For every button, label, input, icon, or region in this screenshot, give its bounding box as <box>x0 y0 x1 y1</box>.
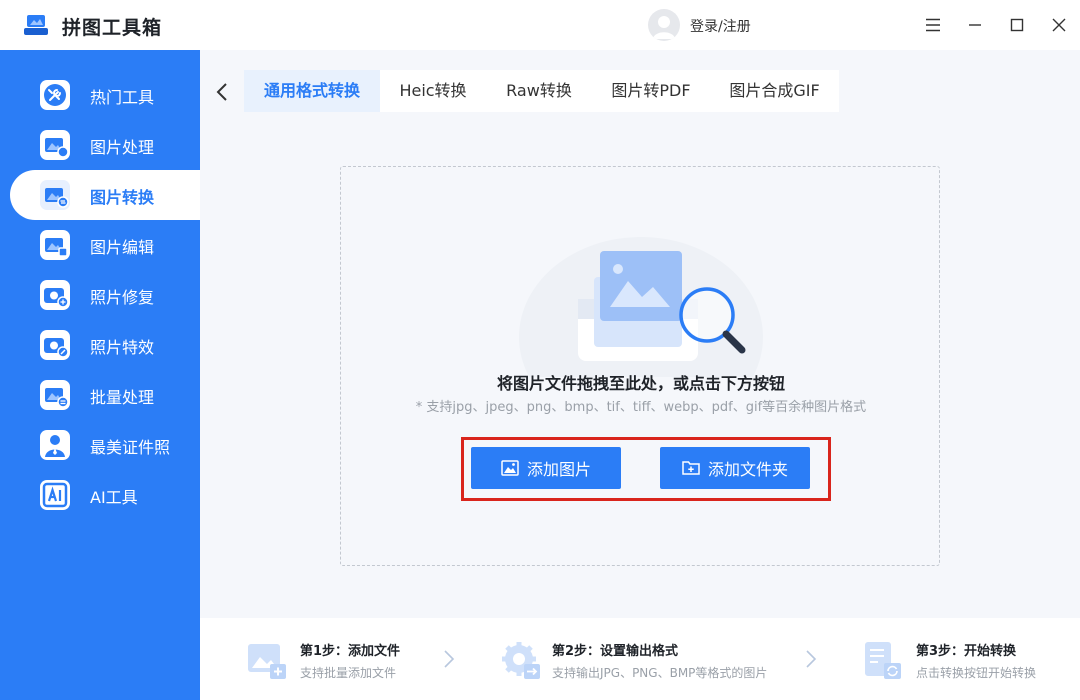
sidebar-item-label: 图片转换 <box>90 188 155 207</box>
app-logo-icon <box>24 15 48 35</box>
sidebar-item-label: 图片编辑 <box>90 238 155 257</box>
tab-image-to-gif[interactable]: 图片合成GIF <box>710 70 839 112</box>
ai-icon <box>40 480 70 510</box>
settings-step-icon <box>502 642 540 679</box>
folder-add-icon <box>682 461 700 475</box>
sidebar-item-label: 批量处理 <box>90 388 155 407</box>
step-3-title: 第3步：开始转换 <box>916 644 1017 659</box>
sidebar-item-batch-processing[interactable]: 批量处理 <box>10 370 200 420</box>
image-icon <box>501 460 519 476</box>
image-search-illustration-icon <box>519 237 763 377</box>
sidebar-item-label: 最美证件照 <box>90 438 171 457</box>
app-title: 拼图工具箱 <box>62 17 163 39</box>
steps-bar: 第1步：添加文件 支持批量添加文件 第2步：设置输出格式 支持输出JPG、PNG… <box>200 618 1080 700</box>
menu-icon <box>926 18 940 32</box>
sidebar-item-label: AI工具 <box>90 488 138 507</box>
sidebar-item-label: 图片处理 <box>90 138 155 157</box>
chevron-right-icon <box>444 650 455 668</box>
sidebar-item-label: 照片修复 <box>90 288 155 307</box>
tab-general-format-conversion[interactable]: 通用格式转换 <box>244 70 380 112</box>
tab-heic-conversion[interactable]: Heic转换 <box>380 70 486 112</box>
maximize-icon <box>1010 18 1024 32</box>
tab-bar: 通用格式转换 Heic转换 Raw转换 图片转PDF 图片合成GIF <box>244 70 839 112</box>
user-icon <box>653 16 675 39</box>
sidebar-item-id-photo[interactable]: 最美证件照 <box>10 420 200 470</box>
sidebar-item-photo-repair[interactable]: 照片修复 <box>10 270 200 320</box>
sidebar-item-ai-tools[interactable]: AI工具 <box>10 470 200 520</box>
chevron-left-icon <box>216 83 227 101</box>
minimize-icon <box>969 24 981 26</box>
sidebar-item-image-conversion[interactable]: 图片转换 <box>10 170 200 220</box>
sidebar-item-label: 照片特效 <box>90 338 155 357</box>
image-processing-icon <box>40 130 70 160</box>
close-button[interactable] <box>1047 13 1071 37</box>
drop-zone-title: 将图片文件拖拽至此处，或点击下方按钮 <box>496 374 785 393</box>
add-file-step-icon <box>248 644 286 679</box>
drop-zone-hint: * 支持jpg、jpeg、png、bmp、tif、tiff、webp、pdf、g… <box>415 400 867 415</box>
step-3-desc: 点击转换按钮开始转换 <box>916 666 1037 680</box>
file-drop-zone[interactable]: 将图片文件拖拽至此处，或点击下方按钮 * 支持jpg、jpeg、png、bmp、… <box>340 166 940 566</box>
step-2-title: 第2步：设置输出格式 <box>552 644 679 659</box>
hot-tools-icon <box>40 80 70 110</box>
add-folder-button[interactable]: 添加文件夹 <box>660 447 810 489</box>
add-image-label: 添加图片 <box>526 460 591 479</box>
title-bar: 拼图工具箱 登录/注册 <box>0 0 1080 50</box>
add-image-button[interactable]: 添加图片 <box>471 447 621 489</box>
chevron-right-icon <box>806 650 817 668</box>
id-photo-icon <box>40 430 70 460</box>
maximize-button[interactable] <box>1005 13 1029 37</box>
start-convert-step-icon <box>865 642 901 679</box>
sidebar-item-label: 热门工具 <box>90 88 155 107</box>
menu-button[interactable] <box>921 13 945 37</box>
photo-repair-icon <box>40 280 70 310</box>
sidebar-item-hot-tools[interactable]: 热门工具 <box>10 70 200 120</box>
image-conversion-icon <box>40 180 70 210</box>
minimize-button[interactable] <box>963 13 987 37</box>
sidebar-item-photo-effects[interactable]: 照片特效 <box>10 320 200 370</box>
add-folder-label: 添加文件夹 <box>707 460 788 479</box>
photo-effects-icon <box>40 330 70 360</box>
step-1-title: 第1步：添加文件 <box>300 644 401 659</box>
tab-image-to-pdf[interactable]: 图片转PDF <box>592 70 710 112</box>
sidebar-item-image-processing[interactable]: 图片处理 <box>10 120 200 170</box>
step-2-desc: 支持输出JPG、PNG、BMP等格式的图片 <box>552 666 768 680</box>
close-icon <box>1052 18 1066 32</box>
login-register-link[interactable]: 登录/注册 <box>690 16 751 36</box>
avatar[interactable] <box>648 9 680 41</box>
tab-raw-conversion[interactable]: Raw转换 <box>486 70 592 112</box>
sidebar: 热门工具 图片处理 图片转换 图片编辑 照片修复 照片特效 批量处理 最美证件照… <box>0 50 200 700</box>
back-button[interactable] <box>208 78 236 106</box>
sidebar-item-image-editing[interactable]: 图片编辑 <box>10 220 200 270</box>
batch-processing-icon <box>40 380 70 410</box>
step-1-desc: 支持批量添加文件 <box>300 666 397 680</box>
image-editing-icon <box>40 230 70 260</box>
